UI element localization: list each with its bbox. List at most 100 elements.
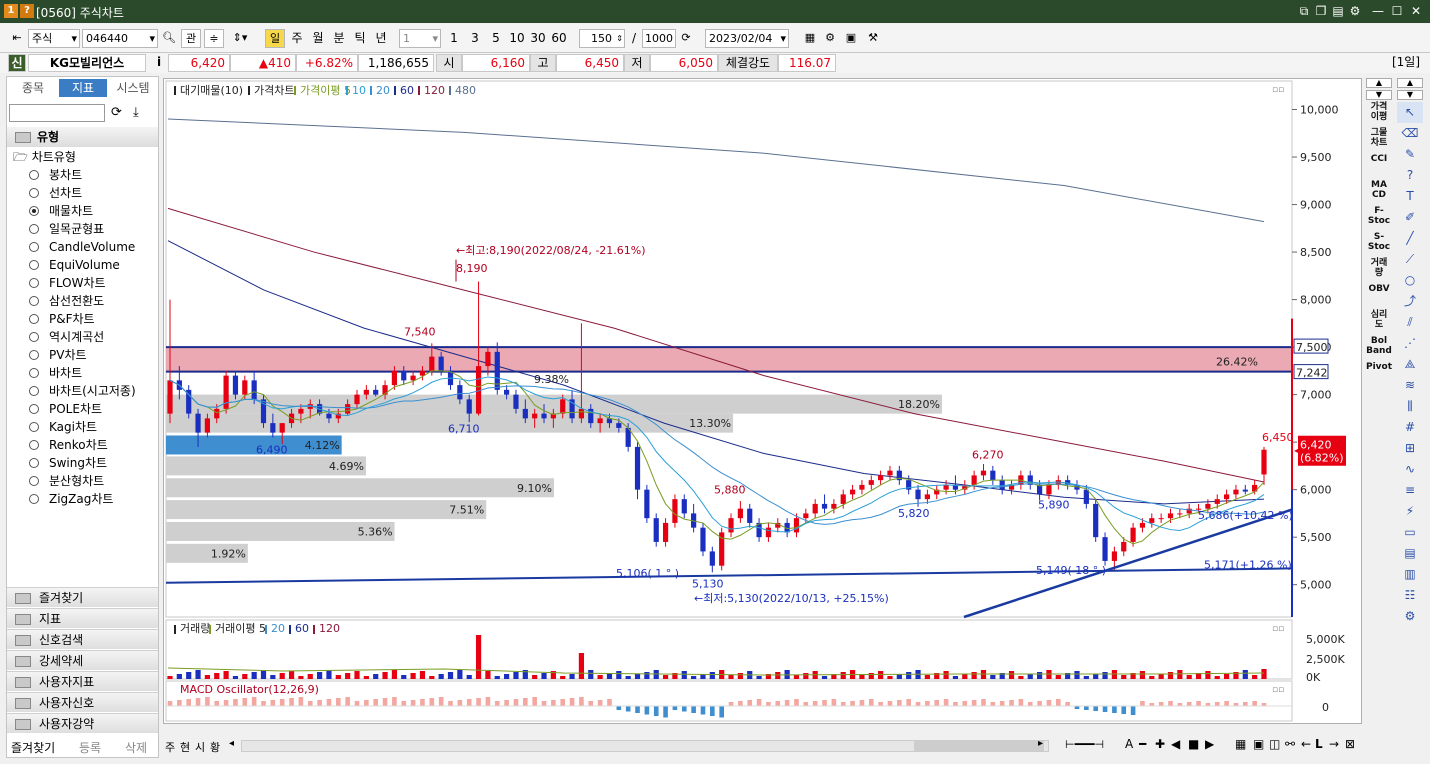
- copy-icon[interactable]: ❐: [1313, 3, 1329, 19]
- question-icon[interactable]: ?: [1397, 165, 1423, 186]
- bottom-tab-si[interactable]: 시: [195, 739, 205, 755]
- parallel-icon[interactable]: ≋: [1397, 375, 1423, 396]
- cursor-icon[interactable]: ↖: [1397, 102, 1423, 123]
- first-icon[interactable]: ⇤: [8, 29, 26, 48]
- folder-item[interactable]: 사용자지표: [7, 671, 158, 691]
- zoom-slider-icon[interactable]: ⊢━━━⊣: [1065, 738, 1104, 751]
- count-input[interactable]: 150 ⇕: [579, 29, 625, 48]
- chart-type-option[interactable]: Kagi차트: [29, 418, 97, 436]
- line-icon[interactable]: ╱: [1397, 228, 1423, 249]
- indicator-shortcut[interactable]: 가격 이평: [1364, 102, 1394, 126]
- indicator-shortcut[interactable]: CCI: [1364, 154, 1394, 178]
- text-icon[interactable]: T: [1397, 186, 1423, 207]
- forward-icon[interactable]: →: [1329, 737, 1339, 751]
- zoom-out-icon[interactable]: ━: [1139, 737, 1146, 751]
- bottom-tab-hwang[interactable]: 황: [210, 739, 220, 755]
- barchart-icon[interactable]: ▥: [1397, 564, 1423, 585]
- scroll-down-icon[interactable]: ▼: [1366, 90, 1392, 100]
- link-icon[interactable]: ⧉: [1296, 3, 1312, 19]
- total-input[interactable]: 1000: [642, 29, 676, 48]
- folder-item[interactable]: 강세약세: [7, 650, 158, 670]
- radio-button[interactable]: [29, 458, 39, 468]
- bottom-tab-favorites[interactable]: 즐겨찾기: [11, 739, 55, 756]
- print-icon[interactable]: ▤: [1330, 3, 1346, 19]
- radio-button[interactable]: [29, 368, 39, 378]
- chart-settings-icon[interactable]: ▦: [802, 29, 818, 48]
- horizontal-scrollbar[interactable]: [241, 740, 1049, 752]
- folder-item[interactable]: 즐겨찾기: [7, 587, 158, 607]
- search-icon[interactable]: 🔍︎: [160, 29, 178, 48]
- scroll-right-icon[interactable]: ▸: [1038, 738, 1043, 749]
- tab-stock[interactable]: 종목: [9, 79, 57, 97]
- list-icon[interactable]: ☷: [1397, 585, 1423, 606]
- back-icon[interactable]: ←: [1301, 737, 1311, 751]
- radio-button[interactable]: [29, 404, 39, 414]
- radio-button[interactable]: [29, 422, 39, 432]
- stack-icon[interactable]: ≡: [1397, 480, 1423, 501]
- radio-button[interactable]: [29, 242, 39, 252]
- bars-icon[interactable]: ⫼: [1397, 396, 1423, 417]
- period-day-button[interactable]: 일: [265, 29, 285, 48]
- gear-icon[interactable]: ⚙: [822, 29, 838, 48]
- disk-icon[interactable]: ▣: [1253, 737, 1264, 751]
- settings-icon[interactable]: ⚙: [1347, 3, 1363, 19]
- tools-up-icon[interactable]: ▲: [1397, 78, 1423, 88]
- indicator-shortcut[interactable]: Pivot: [1364, 362, 1394, 386]
- quick-10-button[interactable]: 10: [507, 30, 527, 47]
- fibo-icon[interactable]: ⋰: [1397, 333, 1423, 354]
- channel-icon[interactable]: ⫽: [1397, 312, 1423, 333]
- save-icon[interactable]: ▣: [843, 29, 859, 48]
- chart-type-option[interactable]: 선차트: [29, 184, 82, 202]
- market-select[interactable]: 주식 ▾: [28, 29, 80, 48]
- section-type[interactable]: 유형: [7, 127, 158, 147]
- quick-1-button[interactable]: 1: [446, 30, 462, 47]
- fan-icon[interactable]: ⟁: [1397, 354, 1423, 375]
- chart-type-option[interactable]: FLOW차트: [29, 274, 106, 292]
- chart-type-option[interactable]: P&F차트: [29, 310, 95, 328]
- chart-type-option[interactable]: ZigZag차트: [29, 490, 113, 508]
- minimize-icon[interactable]: —: [1370, 3, 1386, 19]
- radio-button[interactable]: [29, 296, 39, 306]
- radio-button[interactable]: [29, 350, 39, 360]
- chart-type-option[interactable]: CandleVolume: [29, 238, 135, 256]
- chart-type-option[interactable]: PV차트: [29, 346, 87, 364]
- period-tick-button[interactable]: 틱: [350, 30, 370, 47]
- app-badge-1[interactable]: 1: [4, 4, 18, 18]
- chart-type-option[interactable]: POLE차트: [29, 400, 102, 418]
- circle-icon[interactable]: ○: [1397, 270, 1423, 291]
- tab-system[interactable]: 시스템: [109, 79, 157, 97]
- scroll-thumb[interactable]: [914, 741, 1044, 751]
- interval-select[interactable]: 1 ▾: [399, 29, 441, 48]
- folder-item[interactable]: 사용자신호: [7, 692, 158, 712]
- wave-icon[interactable]: ∿: [1397, 459, 1423, 480]
- prev-icon[interactable]: ◀: [1171, 737, 1180, 751]
- quick-30-button[interactable]: 30: [528, 30, 548, 47]
- chart-type-option[interactable]: 일목균형표: [29, 220, 104, 238]
- indicator-shortcut[interactable]: OBV: [1364, 284, 1394, 308]
- help-badge[interactable]: ?: [20, 4, 34, 18]
- pencil-icon[interactable]: ✎: [1397, 144, 1423, 165]
- radio-button[interactable]: [29, 440, 39, 450]
- bottom-tab-delete[interactable]: 삭제: [125, 739, 147, 756]
- radio-button[interactable]: [29, 386, 39, 396]
- font-icon[interactable]: A: [1125, 737, 1133, 751]
- period-month-button[interactable]: 월: [308, 30, 328, 47]
- refresh-icon[interactable]: ⟳: [678, 29, 694, 48]
- layout-icon[interactable]: ◫: [1269, 737, 1280, 751]
- chart-type-group[interactable]: 🗁︎ 차트유형: [13, 148, 76, 166]
- scroll-left-icon[interactable]: ◂: [229, 738, 234, 749]
- L-icon[interactable]: L: [1315, 737, 1323, 751]
- quick-5-button[interactable]: 5: [488, 30, 504, 47]
- updown-icon[interactable]: ⇕▾: [227, 29, 253, 48]
- radio-button[interactable]: [29, 314, 39, 324]
- excel-icon[interactable]: ▦: [1235, 737, 1246, 751]
- indicator-shortcut[interactable]: Bol Band: [1364, 336, 1394, 360]
- chart-type-option[interactable]: 분산형차트: [29, 472, 104, 490]
- draw-icon[interactable]: ✐: [1397, 207, 1423, 228]
- radio-button[interactable]: [29, 332, 39, 342]
- indicator-shortcut[interactable]: S- Stoc: [1364, 232, 1394, 256]
- radio-button[interactable]: [29, 170, 39, 180]
- chart-type-option[interactable]: 바차트: [29, 364, 82, 382]
- radio-button[interactable]: [29, 260, 39, 270]
- chart-type-option[interactable]: 역시계곡선: [29, 328, 104, 346]
